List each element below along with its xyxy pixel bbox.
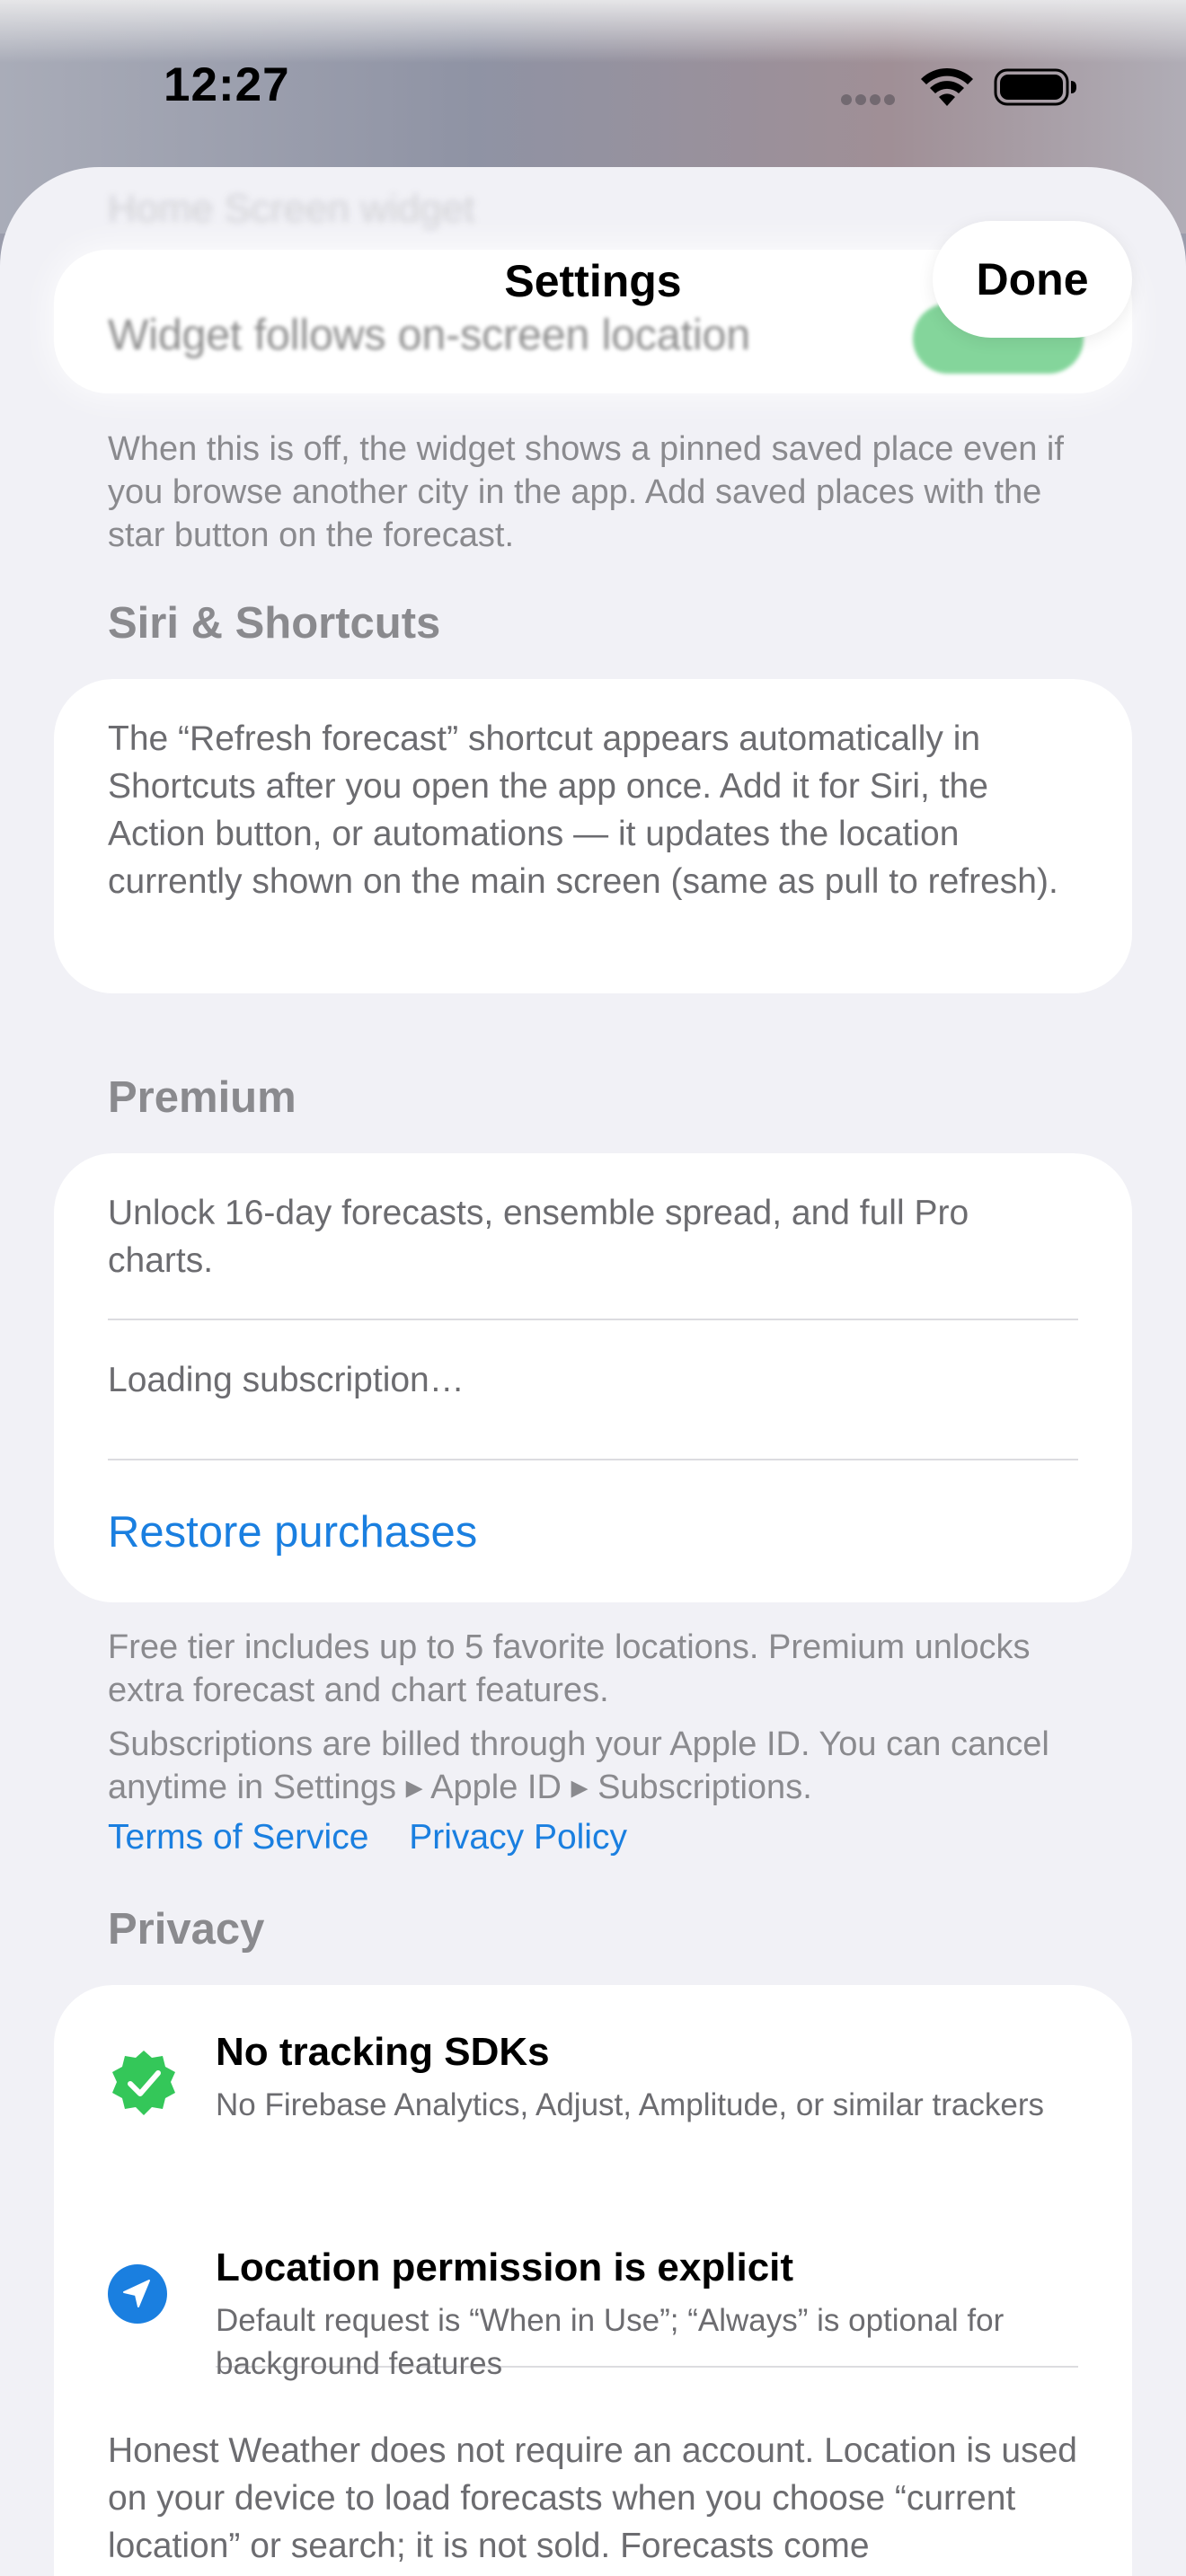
settings-sheet: Home Screen widget Widget follows on-scr… — [0, 167, 1186, 2576]
done-button[interactable]: Done — [933, 221, 1132, 338]
siri-description: The “Refresh forecast” shortcut appears … — [108, 719, 1058, 901]
status-bar: 12:27 — [0, 0, 1186, 171]
checkmark-seal-icon — [112, 2051, 175, 2115]
widget-footnote: When this is off, the widget shows a pin… — [108, 430, 1064, 554]
premium-divider — [108, 1319, 1078, 1320]
premium-section-title: Premium — [108, 1073, 296, 1122]
cellular-signal-icon — [841, 93, 900, 106]
widget-follows-location-label: Widget follows on-screen location — [108, 312, 751, 359]
status-time: 12:27 — [164, 58, 290, 111]
siri-card: The “Refresh forecast” shortcut appears … — [54, 679, 1132, 993]
scrolled-section-heading: Home Screen widget — [108, 187, 475, 231]
siri-section-title: Siri & Shortcuts — [108, 599, 441, 648]
premium-footnote-free-tier: Free tier includes up to 5 favorite loca… — [108, 1628, 1031, 1709]
privacy-policy-link[interactable]: Privacy Policy — [409, 1818, 627, 1857]
legal-links: Terms of Service Privacy Policy — [108, 1818, 658, 1857]
subscription-status: Loading subscription… — [108, 1361, 465, 1399]
privacy-explanation: Honest Weather does not require an accou… — [108, 2431, 1077, 2565]
privacy-section-title: Privacy — [108, 1905, 265, 1954]
battery-icon — [994, 68, 1076, 106]
location-arrow-icon — [108, 2264, 167, 2324]
premium-description: Unlock 16-day forecasts, ensemble spread… — [108, 1194, 969, 1280]
restore-purchases-button[interactable]: Restore purchases — [108, 1507, 477, 1557]
privacy-item-title: Location permission is explicit — [216, 2245, 794, 2289]
premium-divider — [108, 1459, 1078, 1460]
premium-card: Unlock 16-day forecasts, ensemble spread… — [54, 1153, 1132, 1602]
wifi-icon — [921, 67, 973, 106]
privacy-item-description: Default request is “When in Use”; “Alway… — [216, 2303, 1005, 2381]
premium-footnote-billing: Subscriptions are billed through your Ap… — [108, 1725, 1049, 1806]
privacy-item-description: No Firebase Analytics, Adjust, Amplitude… — [216, 2087, 1045, 2122]
privacy-item-title: No tracking SDKs — [216, 2030, 550, 2074]
terms-of-service-link[interactable]: Terms of Service — [108, 1818, 368, 1857]
sheet-header: Home Screen widget Widget follows on-scr… — [0, 167, 1186, 419]
